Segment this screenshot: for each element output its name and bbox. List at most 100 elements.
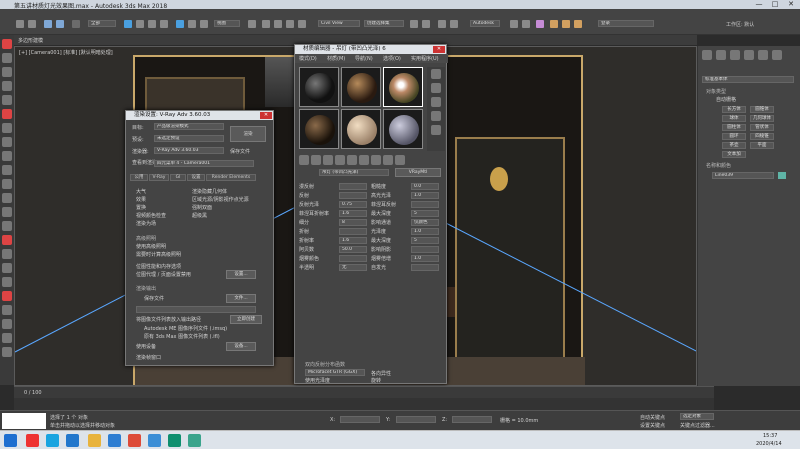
param-value[interactable] [339, 228, 367, 235]
sample-type-icon[interactable] [431, 69, 441, 79]
app-icon[interactable] [46, 434, 59, 447]
param-value[interactable]: 1.0 [411, 228, 439, 235]
create-now-button[interactable]: 立即创建 [230, 315, 262, 324]
save-file-output-checkbox[interactable]: 保存文件 [144, 295, 164, 302]
tool-icon[interactable] [2, 193, 12, 203]
param-value[interactable]: 8 [339, 219, 367, 226]
put-to-scene-icon[interactable] [311, 155, 321, 165]
chrome-icon[interactable] [128, 434, 141, 447]
bind-space-warp-icon[interactable] [72, 20, 80, 28]
param-value[interactable]: 50.0 [339, 246, 367, 253]
go-to-parent-icon[interactable] [395, 155, 405, 165]
use-device-checkbox[interactable]: 使用设备 [136, 343, 156, 350]
coord-x-field[interactable] [340, 416, 380, 423]
selection-set-dropdown[interactable]: 创建选择集 [364, 20, 404, 27]
autodesk-me-radio[interactable]: Autodesk ME 图像序列文件 (.imsq) [144, 325, 227, 332]
object-type-button[interactable]: 几何球体 [750, 115, 774, 122]
undo-icon[interactable] [16, 20, 24, 28]
menu-navigation[interactable]: 导航(N) [355, 55, 373, 62]
show-map-icon[interactable] [383, 155, 393, 165]
window-crossing-icon[interactable] [160, 20, 168, 28]
uv-tiling-icon[interactable] [431, 111, 441, 121]
option-effects[interactable]: 效果 [136, 196, 146, 203]
frame-counter[interactable]: 0 / 100 [24, 390, 42, 396]
devices-button[interactable]: 设备... [226, 342, 256, 351]
option-super-black[interactable]: 超级黑 [192, 212, 207, 219]
option-atmospherics[interactable]: 大气 [136, 188, 146, 195]
menu-options[interactable]: 选项(O) [383, 55, 401, 62]
workspaces-label[interactable]: 工作区: 默认 [726, 21, 754, 28]
material-id-icon[interactable] [371, 155, 381, 165]
option-force-2-sided[interactable]: 强制双面 [192, 204, 212, 211]
reference-coord-dropdown[interactable]: 视图 [214, 20, 240, 27]
object-type-button[interactable]: 圆柱体 [722, 124, 746, 131]
maxscript-listener[interactable] [2, 413, 46, 429]
3ds-max-icon[interactable] [188, 434, 201, 447]
get-material-icon[interactable] [299, 155, 309, 165]
menu-material[interactable]: 材质(M) [327, 55, 345, 62]
object-type-button[interactable]: 平面 [750, 142, 774, 149]
param-value[interactable] [411, 264, 439, 271]
option-displacement[interactable]: 置换 [136, 204, 146, 211]
tool-icon[interactable] [2, 277, 12, 287]
option-video-color[interactable]: 视频颜色检查 [136, 212, 166, 219]
track-bar[interactable] [14, 398, 714, 410]
compute-advanced-checkbox[interactable]: 需要时计算高级照明 [136, 251, 181, 258]
tool-icon[interactable] [2, 123, 12, 133]
view-to-render-dropdown[interactable]: 四元菜单 4 - Camera001 [154, 160, 254, 167]
ribbon-tab[interactable]: 多边形建模 [18, 37, 43, 44]
schematic-icon[interactable] [522, 20, 530, 28]
object-type-button[interactable]: 圆锥体 [750, 106, 774, 113]
move-icon[interactable] [176, 20, 184, 28]
pivot-icon[interactable] [248, 20, 256, 28]
maximize-button[interactable]: □ [768, 0, 782, 9]
unlink-icon[interactable] [56, 20, 64, 28]
param-value[interactable] [411, 201, 439, 208]
create-tab-icon[interactable] [702, 50, 712, 60]
param-value[interactable] [339, 192, 367, 199]
preset-dropdown[interactable]: 未选定预设 [154, 135, 224, 142]
app-icon[interactable] [108, 434, 121, 447]
tool-icon[interactable] [2, 249, 12, 259]
tool-icon[interactable] [2, 137, 12, 147]
param-value[interactable]: 仅颜色 [411, 219, 439, 226]
render-frame-icon[interactable] [562, 20, 570, 28]
rect-select-icon[interactable] [148, 20, 156, 28]
render-frame-window-checkbox[interactable]: 渲染帧窗口 [136, 354, 161, 361]
app-icon[interactable] [148, 434, 161, 447]
link-icon[interactable] [44, 20, 52, 28]
tool-icon[interactable] [2, 291, 12, 301]
selection-filter-dropdown[interactable]: 全部 [88, 20, 116, 27]
image-list-label[interactable]: 将图像文件列表放入输出路径 [136, 316, 201, 323]
menu-mode[interactable]: 模式(D) [299, 55, 317, 62]
put-to-library-icon[interactable] [359, 155, 369, 165]
sample-slot-active[interactable] [383, 67, 423, 107]
setup-button[interactable]: 设置... [226, 270, 256, 279]
material-name-field[interactable]: 吊灯 (带凹凸光泽) [319, 169, 389, 176]
minimize-button[interactable]: — [752, 0, 766, 9]
rotate-icon[interactable] [188, 20, 196, 28]
object-color-swatch[interactable] [778, 172, 786, 179]
tool-icon[interactable] [2, 235, 12, 245]
primitive-category-dropdown[interactable]: 标准基本体 [702, 76, 794, 83]
object-type-button[interactable]: 四棱锥 [750, 133, 774, 140]
tool-icon[interactable] [2, 207, 12, 217]
video-check-icon[interactable] [431, 125, 441, 135]
render-icon[interactable] [574, 20, 582, 28]
hierarchy-tab-icon[interactable] [730, 50, 740, 60]
time-slider[interactable]: 0 / 100 [14, 386, 714, 398]
tab-vray[interactable]: V-Ray [149, 174, 169, 181]
mirror-icon[interactable] [410, 20, 418, 28]
param-value[interactable] [339, 183, 367, 190]
percent-snap-icon[interactable] [286, 20, 294, 28]
sample-slot[interactable] [299, 109, 339, 149]
spinner-snap-icon[interactable] [298, 20, 306, 28]
option-render-hidden[interactable]: 渲染隐藏几何体 [192, 188, 227, 195]
tab-settings[interactable]: 设置 [187, 174, 205, 181]
render-setup-icon[interactable] [550, 20, 558, 28]
reset-map-icon[interactable] [335, 155, 345, 165]
folder-icon[interactable] [88, 434, 101, 447]
object-name-field[interactable]: Line039 [712, 172, 774, 179]
sample-slot[interactable] [341, 67, 381, 107]
close-button[interactable]: ✕ [784, 0, 798, 9]
